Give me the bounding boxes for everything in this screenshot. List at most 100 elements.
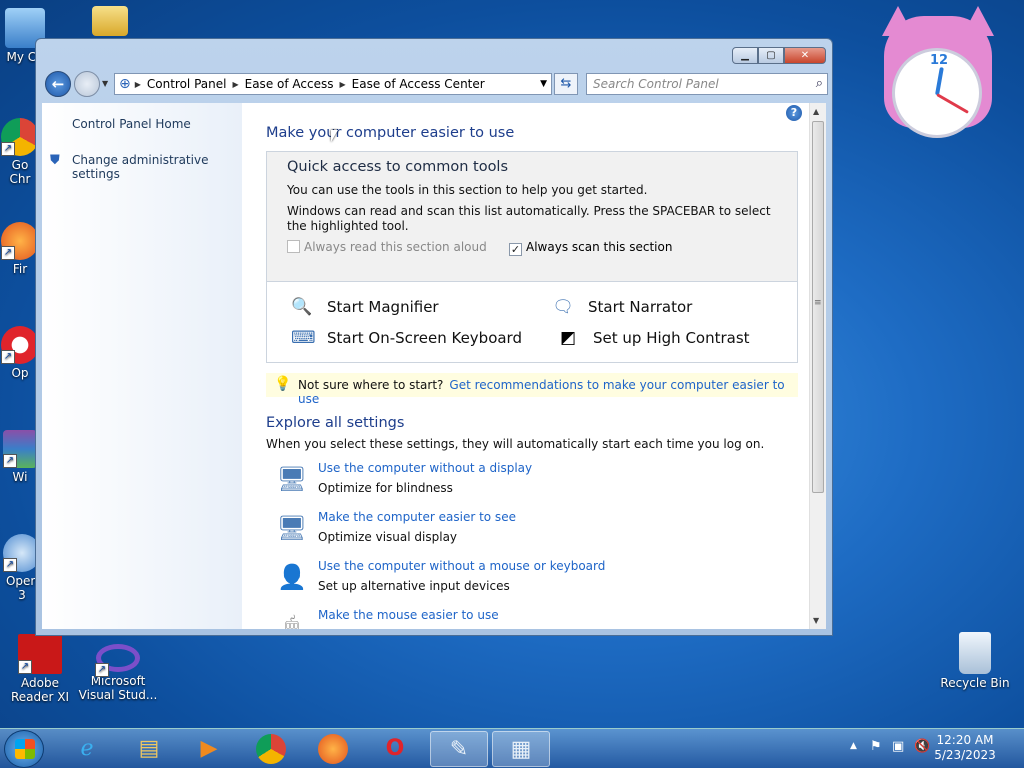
control-panel-icon: ⊕ [119, 76, 131, 92]
folder-icon [92, 6, 128, 36]
clock-face: 12 [892, 48, 982, 138]
scan-label: Always scan this section [526, 240, 673, 254]
shield-icon: ⛊ [50, 153, 60, 168]
close-button[interactable]: ✕ [784, 47, 826, 64]
scan-checkbox[interactable]: ✓ [509, 243, 522, 256]
desktop-icon-opera[interactable]: ↗ Op [0, 326, 40, 380]
search-input[interactable]: Search Control Panel ⌕ [586, 73, 828, 95]
taskbar-ease-of-access[interactable]: ✎ [430, 731, 488, 767]
internet-explorer-icon: ℯ [80, 736, 94, 761]
windows-logo-icon [15, 739, 35, 759]
keyboard-icon: ⌨ [291, 328, 316, 348]
media-player-icon: ▶ [200, 736, 218, 761]
action-center-icon[interactable]: ⚑ [870, 739, 882, 754]
taskbar: ℯ ▤ ▶ O ✎ ▦ ▲ ⚑ ▣ 🔇 12:20 AM 5/23/2023 [0, 728, 1024, 768]
address-dropdown-icon[interactable]: ▼ [540, 79, 547, 89]
grip-icon: ≡ [814, 298, 822, 308]
taskbar-file-explorer[interactable]: ▤ [120, 731, 178, 767]
lightbulb-icon: 💡 [274, 376, 292, 392]
ease-of-access-icon: ✎ [449, 737, 469, 762]
scrollbar-thumb[interactable]: ≡ [812, 121, 824, 493]
show-hidden-icons-icon[interactable]: ▲ [850, 741, 857, 751]
start-narrator-label: Start Narrator [588, 298, 693, 316]
recommendations-tip: 💡 Not sure where to start? Get recommenda… [266, 373, 798, 406]
firefox-icon: ↗ [1, 222, 39, 260]
start-narrator-button[interactable]: 🗨 Start Narrator [552, 296, 692, 318]
page-title: Make your computer easier to use [266, 125, 515, 141]
ease-of-access-window[interactable]: ▁ ▢ ✕ ← ▼ ⊕ ▶ Control Panel ▶ Ease of Ac… [35, 38, 833, 636]
easier-to-see-subtitle: Optimize visual display [318, 530, 458, 544]
person-icon: 👤 [277, 563, 307, 591]
mouse-easier-link[interactable]: Make the mouse easier to use [318, 608, 499, 622]
scan-option[interactable]: ✓ Always scan this section [509, 240, 672, 256]
folder-icon: ▤ [138, 736, 160, 761]
taskbar-opera[interactable]: O [366, 731, 424, 767]
vertical-scrollbar[interactable]: ▲ ≡ ▼ [809, 103, 826, 629]
desktop-icon-folder[interactable] [80, 6, 140, 38]
without-display-link[interactable]: Use the computer without a display [318, 461, 532, 475]
start-button[interactable] [4, 730, 44, 768]
read-aloud-option[interactable]: Always read this section aloud [287, 240, 487, 254]
maximize-button[interactable]: ▢ [758, 47, 784, 64]
desktop-icon-google-chrome[interactable]: ↗ Go Chr [0, 118, 40, 186]
help-button[interactable]: ? [786, 105, 802, 121]
opera-icon: ↗ [1, 326, 39, 364]
desktop-icon-visual-studio[interactable]: ↗ Microsoft Visual Stud... [78, 644, 158, 702]
breadcrumb-ease-of-access-center[interactable]: Ease of Access Center [346, 77, 491, 91]
read-aloud-checkbox[interactable] [287, 240, 300, 253]
without-mouse-keyboard-link[interactable]: Use the computer without a mouse or keyb… [318, 559, 605, 573]
back-button[interactable]: ← [45, 71, 71, 97]
minimize-button[interactable]: ▁ [732, 47, 758, 64]
search-icon[interactable]: ⌕ [816, 76, 823, 91]
opera-icon: O [385, 736, 405, 761]
recycle-bin-icon [959, 632, 991, 674]
shortcut-arrow-icon: ↗ [1, 142, 15, 156]
display-settings-icon: 🖥 [276, 465, 308, 493]
refresh-button[interactable]: ⇆ [554, 73, 578, 95]
desktop-icon-adobe-reader[interactable]: ↗ Adobe Reader XI [2, 634, 78, 704]
scroll-up-arrow-icon[interactable]: ▲ [813, 107, 819, 116]
set-up-high-contrast-button[interactable]: ◩ Set up High Contrast [557, 327, 750, 349]
change-admin-settings-link[interactable]: Change administrative settings [72, 153, 242, 181]
desktop-icon-label: Wi [12, 470, 28, 484]
network-icon[interactable]: ▣ [892, 739, 904, 754]
taskbar-chrome[interactable] [242, 731, 300, 767]
explore-settings-description: When you select these settings, they wil… [266, 437, 765, 451]
start-on-screen-keyboard-button[interactable]: ⌨ Start On-Screen Keyboard [291, 327, 522, 349]
quick-access-title: Quick access to common tools [287, 159, 509, 175]
main-content: Make your computer easier to use Quick a… [266, 103, 802, 629]
mouse-cursor-icon [331, 130, 344, 142]
recent-pages-dropdown[interactable]: ▼ [102, 79, 108, 88]
tray-time: 12:20 AM [936, 733, 994, 747]
address-bar[interactable]: ⊕ ▶ Control Panel ▶ Ease of Access ▶ Eas… [114, 73, 552, 95]
clock-minute-hand [936, 93, 969, 114]
tray-clock[interactable]: 12:20 AM 5/23/2023 [930, 733, 1000, 763]
taskbar-internet-explorer[interactable]: ℯ [58, 731, 116, 767]
breadcrumb-control-panel[interactable]: Control Panel [141, 77, 233, 91]
start-magnifier-button[interactable]: 🔍 Start Magnifier [291, 296, 438, 318]
volume-muted-icon[interactable]: 🔇 [914, 739, 930, 754]
desktop-icon-firefox[interactable]: ↗ Fir [0, 222, 40, 276]
magnifier-icon: 🔍 [291, 297, 313, 317]
clock-gadget[interactable]: 12 [878, 6, 998, 138]
taskbar-media-player[interactable]: ▶ [180, 731, 238, 767]
breadcrumb-ease-of-access[interactable]: Ease of Access [239, 77, 340, 91]
chrome-icon [256, 734, 286, 764]
easier-to-see-link[interactable]: Make the computer easier to see [318, 510, 516, 524]
winrar-icon: ↗ [3, 430, 37, 468]
tray-date: 5/23/2023 [934, 748, 996, 762]
firefox-icon [318, 734, 348, 764]
without-mouse-keyboard-subtitle: Set up alternative input devices [318, 579, 510, 593]
desktop-icon-recycle-bin[interactable]: Recycle Bin [940, 632, 1010, 690]
forward-button[interactable] [74, 71, 100, 97]
shortcut-arrow-icon: ↗ [3, 454, 17, 468]
taskbar-firefox[interactable] [304, 731, 362, 767]
desktop-icon-winrar[interactable]: ↗ Wi [0, 430, 40, 484]
explore-settings-title: Explore all settings [266, 415, 405, 431]
control-panel-icon: ▦ [510, 737, 532, 762]
taskbar-control-panel[interactable]: ▦ [492, 731, 550, 767]
control-panel-home-link[interactable]: Control Panel Home [72, 117, 191, 131]
contrast-icon: ◩ [559, 328, 577, 348]
scroll-down-arrow-icon[interactable]: ▼ [813, 616, 819, 625]
shortcut-arrow-icon: ↗ [18, 660, 32, 674]
